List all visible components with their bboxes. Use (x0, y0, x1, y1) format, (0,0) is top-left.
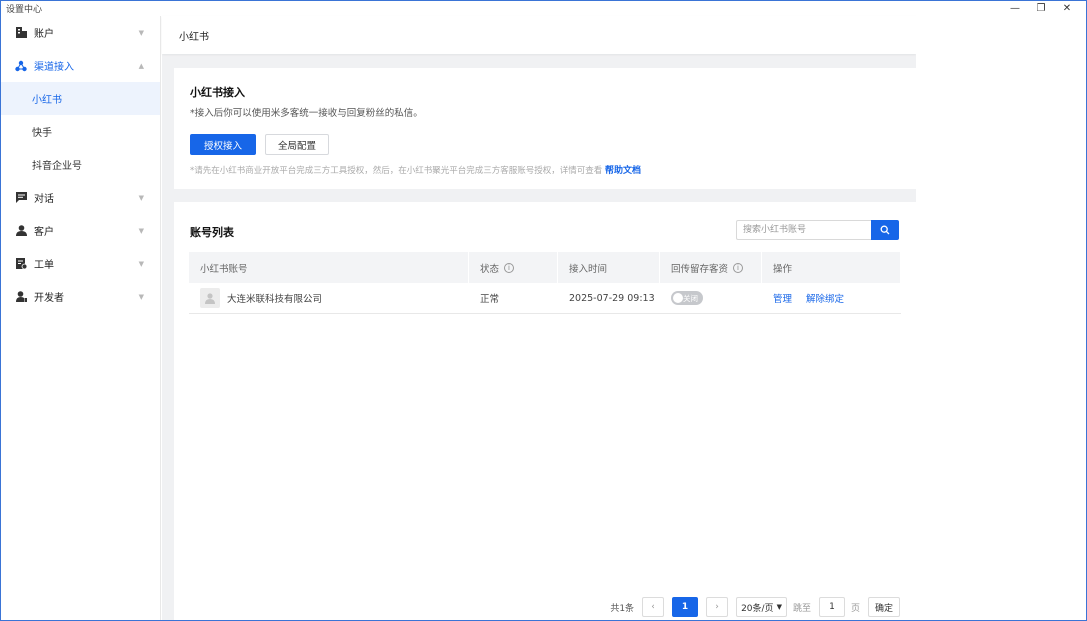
developer-icon (15, 291, 27, 303)
sidebar-item-douyin[interactable]: 抖音企业号 (1, 148, 160, 181)
integration-title: 小红书接入 (190, 86, 245, 99)
account-search (736, 220, 899, 240)
chevron-down-icon: ▼ (776, 603, 782, 611)
sidebar: 账户 ▼ 渠道接入 ▲ 小红书 快手 抖音企业号 对话 ▼ 客户 ▼ 工单 ▼ … (1, 16, 161, 620)
info-icon[interactable]: i (504, 262, 515, 273)
sidebar-group-channel[interactable]: 渠道接入 ▲ (1, 49, 160, 82)
cell-actions: 管理 解除绑定 (762, 283, 901, 313)
sidebar-item-xiaohongshu[interactable]: 小红书 (1, 82, 160, 115)
right-panel (916, 16, 1086, 620)
close-button[interactable]: ✕ (1054, 1, 1080, 16)
pagination-total: 共1条 (610, 603, 635, 614)
jump-label: 跳至 (792, 603, 811, 614)
global-config-button[interactable]: 全局配置 (265, 134, 330, 155)
tip-text: *请先在小红书商业开放平台完成三方工具授权，然后，在小红书聚光平台完成三方客服账… (190, 166, 603, 176)
prev-page-button[interactable]: ‹ (642, 597, 665, 617)
sidebar-group-label: 工单 (34, 260, 54, 271)
cell-time: 2025-07-29 09:13 (569, 292, 655, 304)
cell-account: 大连米联科技有限公司 (189, 283, 469, 313)
next-page-button[interactable]: › (706, 597, 729, 617)
sidebar-group-label: 开发者 (34, 293, 64, 304)
maximize-button[interactable]: ❐ (1028, 1, 1054, 16)
sidebar-group-developer[interactable]: 开发者 ▼ (1, 280, 160, 313)
authorize-button[interactable]: 授权接入 (190, 134, 257, 155)
column-label: 状态 (480, 263, 500, 275)
main-content: 小红书 小红书接入 *接入后你可以使用米多客统一接收与回复粉丝的私信。 授权接入… (162, 16, 1086, 620)
sidebar-group-account[interactable]: 账户 ▼ (1, 16, 160, 49)
cell-callback: 关闭 (660, 283, 762, 313)
sidebar-group-ticket[interactable]: 工单 ▼ (1, 247, 160, 280)
help-doc-link[interactable]: 帮助文档 (605, 166, 641, 176)
column-header-status: 状态 i (469, 252, 558, 283)
sidebar-group-label: 渠道接入 (34, 62, 74, 73)
chevron-up-icon: ▲ (138, 61, 144, 70)
chevron-down-icon: ▼ (138, 226, 144, 235)
column-header-account: 小红书账号 (189, 252, 469, 283)
table-row: 大连米联科技有限公司 正常 2025-07-29 09:13 关闭 管理 解除绑… (189, 283, 901, 314)
integration-card: 小红书接入 *接入后你可以使用米多客统一接收与回复粉丝的私信。 授权接入 全局配… (174, 68, 916, 189)
page-number-current[interactable]: 1 (672, 597, 699, 617)
app-window: 设置中心 — ❐ ✕ 账户 ▼ 渠道接入 ▲ 小红书 快手 抖音企业号 对话 ▼… (0, 0, 1087, 621)
table-header: 小红书账号 状态 i 接入时间 回传留存客资 i 操作 (189, 252, 901, 283)
account-list-card: 账号列表 小红书账号 状态 i 接入时间 回传留存客资 i (174, 202, 916, 620)
channel-icon (15, 60, 27, 72)
callback-toggle[interactable]: 关闭 (671, 291, 703, 305)
user-placeholder-icon (205, 293, 215, 304)
jump-confirm-button[interactable]: 确定 (867, 597, 900, 617)
manage-link[interactable]: 管理 (773, 291, 792, 305)
sidebar-group-customer[interactable]: 客户 ▼ (1, 214, 160, 247)
account-name: 大连米联科技有限公司 (227, 294, 323, 305)
page-unit-label: 页 (850, 603, 860, 614)
chevron-down-icon: ▼ (138, 292, 144, 301)
sidebar-group-conversation[interactable]: 对话 ▼ (1, 181, 160, 214)
sidebar-group-label: 账户 (34, 29, 54, 40)
ticket-icon (15, 258, 27, 270)
info-icon[interactable]: i (733, 262, 744, 273)
jump-page-input[interactable]: 1 (818, 597, 845, 617)
account-table: 小红书账号 状态 i 接入时间 回传留存客资 i 操作 大连米联科技有限公司 正… (189, 252, 901, 314)
cell-status: 正常 (480, 294, 500, 305)
page-title: 小红书 (162, 16, 916, 54)
chevron-down-icon: ▼ (138, 193, 144, 202)
account-list-title: 账号列表 (190, 226, 234, 239)
integration-actions: 授权接入 全局配置 (190, 134, 900, 155)
sidebar-item-kuaishou[interactable]: 快手 (1, 115, 160, 148)
window-controls: — ❐ ✕ (1002, 1, 1080, 16)
avatar (200, 288, 220, 308)
minimize-button[interactable]: — (1002, 1, 1028, 16)
column-header-callback: 回传留存客资 i (660, 252, 762, 283)
chevron-down-icon: ▼ (138, 28, 144, 37)
pagination: 共1条 ‹ 1 › 20条/页 ▼ 跳至 1 页 确定 (610, 596, 900, 618)
unbind-link[interactable]: 解除绑定 (806, 291, 844, 305)
user-icon (15, 225, 27, 237)
search-button[interactable] (871, 220, 899, 240)
column-label: 回传留存客资 (671, 263, 729, 275)
chevron-down-icon: ▼ (138, 259, 144, 268)
building-icon (15, 27, 27, 39)
page-size-value: 20条/页 (741, 603, 774, 614)
integration-tip: *请先在小红书商业开放平台完成三方工具授权，然后，在小红书聚光平台完成三方客服账… (190, 163, 900, 176)
page-size-select[interactable]: 20条/页 ▼ (736, 597, 787, 617)
chat-icon (15, 192, 27, 204)
search-icon (880, 225, 890, 235)
column-header-time: 接入时间 (558, 252, 660, 283)
sidebar-group-label: 客户 (34, 227, 54, 238)
sidebar-group-label: 对话 (34, 194, 54, 205)
search-input[interactable] (736, 220, 871, 240)
title-bar: 设置中心 — ❐ ✕ (1, 1, 1086, 16)
integration-description: *接入后你可以使用米多客统一接收与回复粉丝的私信。 (190, 108, 423, 119)
window-title: 设置中心 (6, 5, 43, 15)
column-header-actions: 操作 (762, 252, 901, 283)
